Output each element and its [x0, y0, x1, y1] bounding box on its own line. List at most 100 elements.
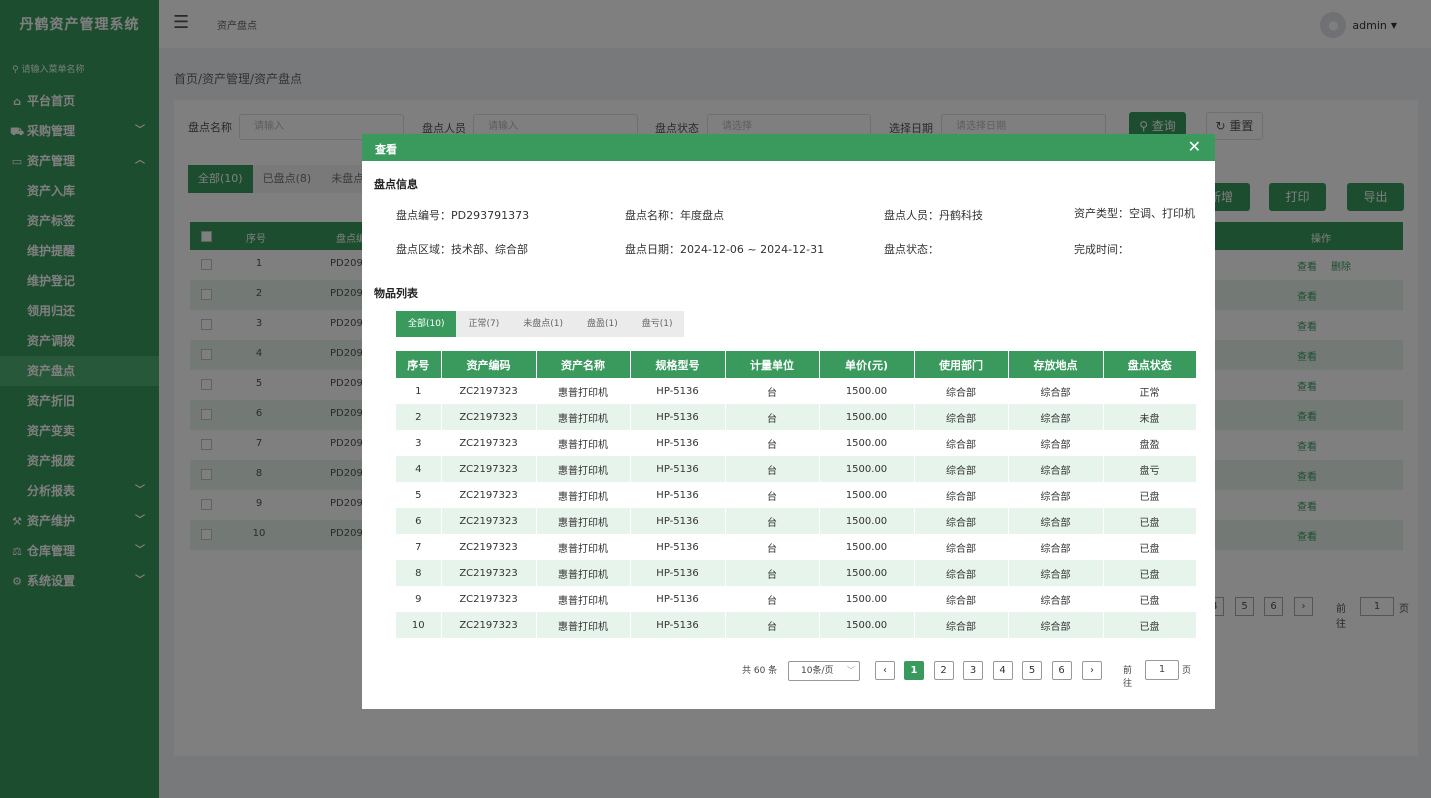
table-cell: HP-5136 [630, 560, 726, 586]
table-cell: 8 [396, 560, 442, 586]
table-cell: 综合部 [1008, 456, 1104, 482]
table-row: 10 ZC2197323 惠普打印机 HP-5136 台 1500.00 综合部 综合部 已盘 [396, 612, 1197, 638]
table-cell: 1500.00 [819, 508, 915, 534]
table-row: 6 ZC2197323 惠普打印机 HP-5136 台 1500.00 综合部 综合部 已盘 [396, 508, 1197, 534]
chevron-down-icon: ﹀ [847, 666, 855, 675]
table-cell: 惠普打印机 [536, 534, 631, 560]
table-cell: 1500.00 [819, 430, 915, 456]
table-cell: 综合部 [1008, 586, 1104, 612]
table-cell: 3 [396, 430, 442, 456]
table-row: 5 ZC2197323 惠普打印机 HP-5136 台 1500.00 综合部 综合部 已盘 [396, 482, 1197, 508]
close-icon[interactable]: ✕ [1188, 137, 1201, 156]
table-cell: HP-5136 [630, 612, 726, 638]
table-cell: 台 [725, 482, 820, 508]
table-cell: 综合部 [914, 378, 1009, 404]
table-cell: ZC2197323 [441, 456, 537, 482]
column-header: 规格型号 [630, 351, 726, 378]
table-cell: ZC2197323 [441, 586, 537, 612]
table-cell: 2 [396, 404, 442, 430]
table-cell: HP-5136 [630, 482, 726, 508]
table-cell: 综合部 [1008, 482, 1104, 508]
table-cell: 惠普打印机 [536, 430, 631, 456]
dialog-header: 查看 ✕ [362, 134, 1215, 161]
table-cell: 惠普打印机 [536, 508, 631, 534]
table-cell: 1500.00 [819, 612, 915, 638]
table-cell: 台 [725, 404, 820, 430]
table-row: 2 ZC2197323 惠普打印机 HP-5136 台 1500.00 综合部 综合部 未盘 [396, 404, 1197, 430]
table-cell: 6 [396, 508, 442, 534]
page-button[interactable]: 2 [933, 661, 954, 680]
page-button[interactable]: 3 [963, 661, 983, 680]
table-cell: 1500.00 [819, 560, 915, 586]
goto-unit: 页 [1182, 666, 1192, 676]
column-header: 计量单位 [725, 351, 820, 378]
info-finish-time: 完成时间： [1074, 243, 1129, 256]
item-status-tab[interactable]: 正常(7) [456, 311, 511, 337]
table-cell: 综合部 [1008, 430, 1104, 456]
table-cell: ZC2197323 [441, 534, 537, 560]
table-cell: 惠普打印机 [536, 560, 631, 586]
table-cell: 台 [725, 378, 820, 404]
column-header: 序号 [396, 351, 442, 378]
page-button[interactable]: 4 [992, 661, 1013, 680]
table-cell: 台 [725, 534, 820, 560]
item-status-tab[interactable]: 全部(10) [396, 311, 457, 337]
item-table-body: 1 ZC2197323 惠普打印机 HP-5136 台 1500.00 综合部 综合部 正常 2 Z… [396, 378, 1197, 638]
table-cell: HP-5136 [630, 586, 726, 612]
table-cell: ZC2197323 [441, 404, 537, 430]
table-cell: 综合部 [914, 534, 1009, 560]
prev-page-button[interactable]: ‹ [875, 661, 895, 680]
table-row: 8 ZC2197323 惠普打印机 HP-5136 台 1500.00 综合部 综合部 已盘 [396, 560, 1197, 586]
info-date: 盘点日期：2024-12-06 ~ 2024-12-31 [625, 243, 825, 256]
table-cell: 台 [725, 560, 820, 586]
table-cell: 7 [396, 534, 442, 560]
next-page-button[interactable]: › [1082, 661, 1102, 680]
table-cell: 综合部 [914, 612, 1009, 638]
table-cell: 盘盈 [1103, 430, 1197, 456]
table-cell: 1500.00 [819, 456, 915, 482]
table-cell: 台 [725, 456, 820, 482]
info-person: 盘点人员：丹鹤科技 [884, 209, 983, 222]
table-cell: ZC2197323 [441, 612, 537, 638]
total-count: 共 60 条 [742, 666, 778, 676]
table-cell: 盘亏 [1103, 456, 1197, 482]
table-cell: 惠普打印机 [536, 586, 631, 612]
table-cell: 综合部 [1008, 404, 1104, 430]
table-cell: 惠普打印机 [536, 456, 631, 482]
column-header: 单价(元) [819, 351, 915, 378]
view-dialog: 查看 ✕ 盘点信息 盘点编号：PD293791373 盘点名称：年度盘点 盘点人… [362, 134, 1215, 709]
item-status-tab[interactable]: 未盘点(1) [511, 311, 575, 337]
table-cell: 已盘 [1103, 612, 1197, 638]
table-cell: 1500.00 [819, 586, 915, 612]
page-size-value: 10条/页 [801, 666, 834, 676]
table-cell: 综合部 [1008, 612, 1104, 638]
table-cell: HP-5136 [630, 534, 726, 560]
table-cell: 10 [396, 612, 442, 638]
page-button[interactable]: 6 [1051, 661, 1072, 680]
table-cell: 已盘 [1103, 560, 1197, 586]
table-cell: 综合部 [914, 404, 1009, 430]
table-cell: 台 [725, 508, 820, 534]
table-cell: 台 [725, 430, 820, 456]
table-row: 3 ZC2197323 惠普打印机 HP-5136 台 1500.00 综合部 综合部 盘盈 [396, 430, 1197, 456]
page-size-select[interactable]: 10条/页 ﹀ [788, 661, 860, 681]
goto-input[interactable]: 1 [1145, 660, 1179, 680]
info-asset-type: 资产类型：空调、打印机 [1074, 207, 1195, 220]
info-name: 盘点名称：年度盘点 [625, 209, 724, 222]
table-cell: 未盘 [1103, 404, 1197, 430]
page-button[interactable]: 1 [904, 661, 924, 680]
table-cell: HP-5136 [630, 378, 726, 404]
table-cell: 正常 [1103, 378, 1197, 404]
table-cell: 综合部 [914, 586, 1009, 612]
item-status-tab[interactable]: 盘盈(1) [575, 311, 630, 337]
item-status-tab[interactable]: 盘亏(1) [630, 311, 685, 337]
column-header: 资产编码 [441, 351, 537, 378]
column-header: 使用部门 [914, 351, 1009, 378]
info-section-title: 盘点信息 [374, 178, 418, 191]
table-cell: 综合部 [1008, 534, 1104, 560]
table-cell: 惠普打印机 [536, 404, 631, 430]
table-cell: HP-5136 [630, 456, 726, 482]
table-cell: ZC2197323 [441, 430, 537, 456]
page-button[interactable]: 5 [1022, 661, 1042, 680]
table-cell: 惠普打印机 [536, 482, 631, 508]
